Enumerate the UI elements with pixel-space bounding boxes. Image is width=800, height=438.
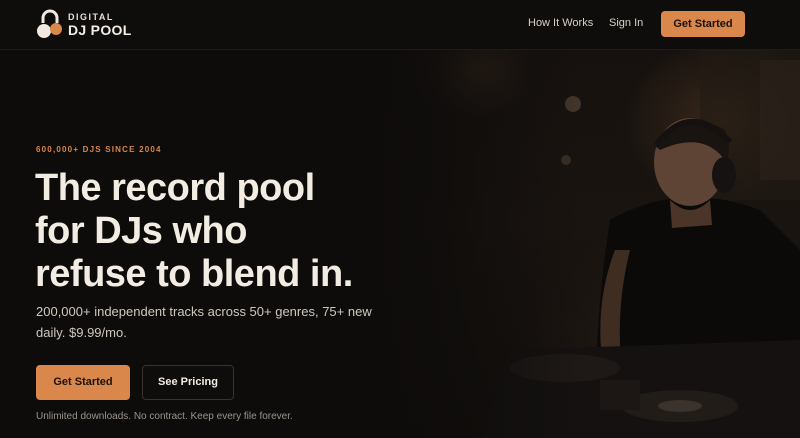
headline-line-2: for DJs who [35,210,247,252]
hero-get-started-button[interactable]: Get Started [36,365,130,400]
brand-logo[interactable]: DIGITAL DJ POOL [36,9,146,41]
brand-name-bottom: DJ POOL [68,22,132,38]
headphone-lock-logo-icon [37,9,62,38]
nav-how-it-works-link[interactable]: How It Works [528,17,593,29]
hero-see-pricing-button[interactable]: See Pricing [142,365,234,400]
hero-eyebrow: 600,000+ DJS SINCE 2004 [36,145,162,154]
hero-headline: The record pool for DJs who refuse to bl… [35,167,435,296]
hero-footnote: Unlimited downloads. No contract. Keep e… [36,411,293,422]
site-header: DIGITAL DJ POOL How It Works Sign In Get… [0,0,800,50]
brand-name-top: DIGITAL [68,12,114,22]
headline-line-1: The record pool [35,167,315,209]
landing-page: DIGITAL DJ POOL How It Works Sign In Get… [0,0,800,438]
nav-sign-in-link[interactable]: Sign In [609,17,643,29]
hero-subcopy: 200,000+ independent tracks across 50+ g… [36,304,372,340]
headline-line-3: refuse to blend in. [35,253,353,295]
nav-get-started-button[interactable]: Get Started [661,11,745,37]
